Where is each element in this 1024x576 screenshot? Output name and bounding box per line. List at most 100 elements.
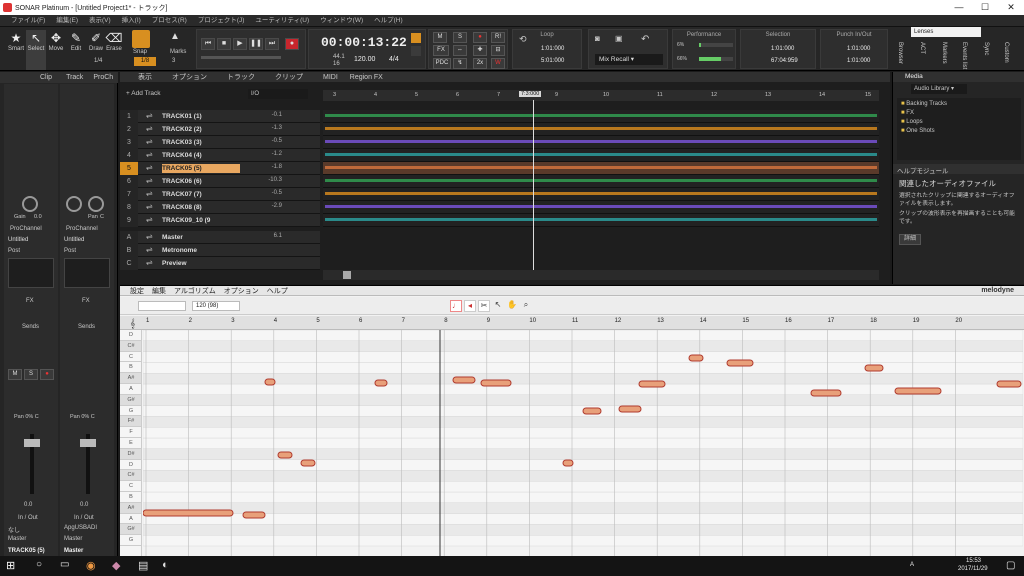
track-lane[interactable] [323, 149, 879, 162]
note-blob[interactable] [264, 378, 276, 386]
track-row[interactable]: 8 ⇌ TRACK08 (8) -2.9 [120, 201, 320, 214]
note-blob[interactable] [277, 451, 293, 459]
tool-select[interactable]: ↖ Select [26, 30, 46, 70]
track-volume[interactable]: -10.3 [260, 177, 282, 183]
solo-button[interactable]: S [453, 32, 467, 43]
track-row[interactable]: 4 ⇌ TRACK04 (4) -1.2 [120, 149, 320, 162]
input-select[interactable]: ApgUSBADI [64, 525, 97, 531]
track-lane[interactable] [323, 162, 879, 175]
pdc-button[interactable]: PDC [433, 58, 451, 69]
maximize-button[interactable]: ☐ [972, 0, 998, 15]
note-blob[interactable] [726, 359, 754, 367]
md-menu-help[interactable]: ヘルプ [267, 286, 288, 296]
eq-display[interactable] [8, 258, 54, 288]
record-icon[interactable]: ● [285, 38, 299, 50]
melodyne-ruler[interactable]: 𝄞 1 2 3 4 5 6 7 8 9 10 11 12 13 14 15 16 17 18 19 20 [120, 316, 1024, 330]
pan-knob[interactable] [88, 196, 104, 212]
bus-row[interactable]: B ⇌ Metronome [120, 244, 320, 257]
task-view-icon[interactable]: ▭ [60, 559, 69, 570]
undo-icon[interactable]: ↶ [641, 34, 649, 45]
audio-clip[interactable] [325, 218, 877, 221]
tv-menu-midi[interactable]: MIDI [323, 74, 338, 81]
tool-smart[interactable]: ★ Smart [6, 30, 26, 70]
tab-browser[interactable]: Browser [897, 42, 903, 64]
track-volume[interactable]: -1.2 [260, 151, 282, 157]
ime-indicator[interactable]: A [910, 562, 914, 568]
note-blob[interactable] [864, 364, 884, 372]
write-button[interactable]: W [491, 58, 505, 69]
bypass-icon[interactable]: ⇔ [453, 45, 467, 56]
output-select[interactable]: Master [8, 536, 26, 542]
library-select[interactable]: Audio Library ▾ [911, 84, 967, 94]
sonar-taskbar-icon[interactable]: ◆ [112, 559, 120, 572]
now-time-marker[interactable]: 7:3:000 [519, 91, 542, 97]
track-row[interactable]: 3 ⇌ TRACK03 (3) -0.5 [120, 136, 320, 149]
pitch-tool-icon[interactable]: ♩ [450, 300, 462, 312]
solo-button[interactable]: S [24, 369, 38, 380]
tool-move[interactable]: ✥ Move [46, 30, 66, 70]
snapshot-icon[interactable]: ▣ [615, 34, 623, 43]
position-slider[interactable] [201, 56, 281, 59]
tab-prochannel[interactable]: ProCh [93, 74, 113, 81]
countin-icon[interactable] [411, 46, 421, 56]
timeline-ruler[interactable]: 3 4 5 6 7 7:3:000 9 10 11 12 13 14 15 [323, 90, 879, 101]
pitch-field[interactable] [138, 301, 186, 311]
x2-button[interactable]: 2x [473, 58, 487, 69]
detail-button[interactable]: 詳細 [899, 234, 921, 245]
audio-clip[interactable] [325, 114, 877, 117]
chrome-icon[interactable]: ◉ [86, 559, 96, 572]
track-row[interactable]: 1 ⇌ TRACK01 (1) -0.1 [120, 110, 320, 123]
note-blob[interactable] [688, 354, 704, 362]
track-volume[interactable]: -1.8 [260, 164, 282, 170]
fx-button[interactable]: FX [433, 45, 449, 56]
select-arrow-icon[interactable]: ↖ [492, 300, 504, 312]
track-lane[interactable] [323, 110, 879, 123]
track-name[interactable]: Preview [162, 259, 240, 268]
note-blob[interactable] [582, 407, 602, 415]
loop-icon[interactable]: ⟲ [519, 34, 527, 45]
pause-icon[interactable]: ❚❚ [249, 38, 263, 50]
tempo-field[interactable]: 120 (98) [192, 301, 240, 311]
note-blob[interactable] [480, 379, 512, 387]
time-display[interactable]: 00:00:13:22 [321, 35, 407, 50]
eq-display[interactable] [64, 258, 110, 288]
menu-edit[interactable]: 編集(E) [56, 15, 78, 27]
selection-start[interactable]: 1:01:000 [771, 46, 794, 52]
track-name[interactable]: TRACK08 (8) [162, 203, 240, 212]
track-volume[interactable]: -2.9 [260, 203, 282, 209]
play-icon[interactable]: ▶ [233, 38, 247, 50]
bus-row[interactable]: A ⇌ Master 6.1 [120, 231, 320, 244]
menu-file[interactable]: ファイル(F) [11, 15, 45, 27]
tool-erase[interactable]: ⌫ Erase [104, 30, 124, 70]
track-name[interactable]: TRACK02 (2) [162, 125, 240, 134]
track-row[interactable]: 6 ⇌ TRACK06 (6) -10.3 [120, 175, 320, 188]
tool-draw[interactable]: ✐ Draw [86, 30, 106, 70]
menu-help[interactable]: ヘルプ(H) [374, 15, 403, 27]
track-name[interactable]: TRACK06 (6) [162, 177, 240, 186]
track-lane[interactable] [323, 201, 879, 214]
folder-item[interactable]: ■ One Shots [901, 128, 935, 134]
menu-insert[interactable]: 挿入(I) [122, 15, 141, 27]
track-volume[interactable]: -0.1 [260, 112, 282, 118]
link-icon[interactable]: ↯ [453, 58, 467, 69]
track-row[interactable]: 5 ⇌ TRACK05 (5) -1.8 [120, 162, 320, 175]
arm-icon[interactable]: ● [473, 32, 487, 43]
track-volume[interactable]: -0.5 [260, 190, 282, 196]
hand-icon[interactable]: ✋ [506, 300, 518, 312]
menu-process[interactable]: プロセス(R) [152, 15, 187, 27]
menu-view[interactable]: 表示(V) [89, 15, 111, 27]
track-name[interactable]: TRACK01 (1) [162, 112, 240, 121]
track-lane[interactable] [323, 214, 879, 227]
fader-handle[interactable] [24, 439, 40, 447]
md-menu-options[interactable]: オプション [224, 286, 259, 296]
tab-clip[interactable]: Clip [40, 74, 52, 81]
track-name[interactable]: TRACK03 (3) [162, 138, 240, 147]
output-select[interactable]: Master [64, 536, 82, 542]
bus-row[interactable]: C ⇌ Preview [120, 257, 320, 270]
search-icon[interactable]: ○ [36, 559, 42, 570]
fader-handle[interactable] [80, 439, 96, 447]
gain-knob[interactable] [22, 196, 38, 212]
note-blob[interactable] [562, 459, 574, 467]
audio-clip[interactable] [325, 153, 877, 156]
note-blob[interactable] [242, 511, 266, 519]
